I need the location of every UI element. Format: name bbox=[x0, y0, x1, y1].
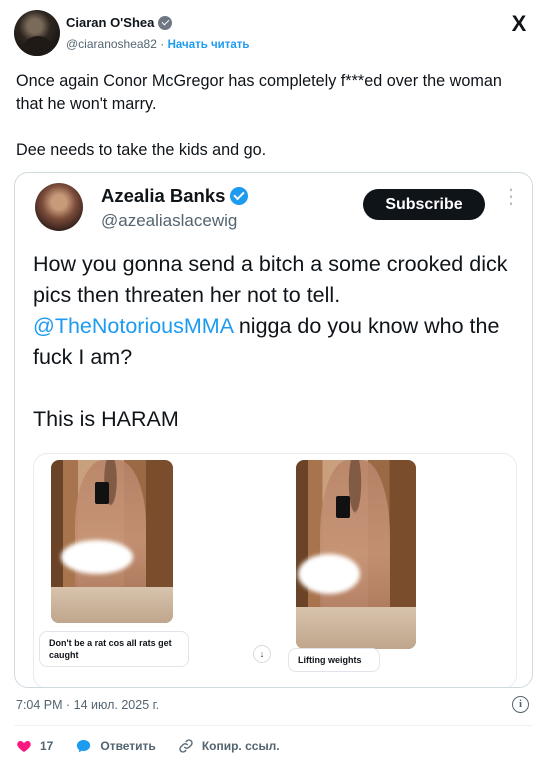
quoted-text-start: How you gonna send a bitch a some crooke… bbox=[33, 252, 508, 307]
quoted-author-avatar[interactable] bbox=[35, 183, 83, 231]
media-gallery: Don't be a rat cos all rats get caught ↓… bbox=[33, 453, 517, 687]
like-count: 17 bbox=[40, 739, 54, 753]
media-photo-2[interactable] bbox=[296, 460, 416, 649]
media-photo-1[interactable] bbox=[51, 460, 173, 623]
separator: · bbox=[160, 37, 165, 51]
photo-floor bbox=[296, 607, 416, 649]
author-name[interactable]: Ciaran O'Shea bbox=[66, 15, 154, 30]
verified-blue-icon bbox=[230, 187, 249, 205]
heart-icon bbox=[17, 741, 31, 752]
quoted-tweet-text: How you gonna send a bitch a some crooke… bbox=[33, 249, 523, 435]
more-icon[interactable]: ⋮ bbox=[501, 187, 521, 217]
copy-link-button[interactable]: Копир. ссыл. bbox=[178, 738, 280, 754]
tweet-timestamp[interactable]: 7:04 PM · 14 июл. 2025 г. bbox=[16, 698, 159, 712]
quoted-author-handle[interactable]: @azealiaslacewig bbox=[101, 211, 237, 231]
media-caption-1: Don't be a rat cos all rats get caught bbox=[39, 631, 189, 667]
tweet-text: Once again Conor McGregor has completely… bbox=[16, 72, 502, 159]
download-icon[interactable]: ↓ bbox=[253, 645, 271, 663]
action-bar: 17 Ответить Копир. ссыл. bbox=[16, 736, 302, 756]
author-name-row: Ciaran O'Shea bbox=[66, 15, 173, 30]
copy-link-label: Копир. ссыл. bbox=[201, 739, 280, 753]
photo-phone bbox=[336, 496, 350, 518]
quoted-name-row: Azealia Banks bbox=[101, 185, 249, 207]
media-caption-2: Lifting weights bbox=[288, 648, 380, 672]
reply-label: Ответить bbox=[100, 739, 156, 753]
censor-blur bbox=[61, 540, 133, 574]
quoted-author-name[interactable]: Azealia Banks bbox=[101, 185, 225, 207]
censor-blur bbox=[298, 554, 360, 594]
link-icon bbox=[179, 739, 193, 753]
reply-button[interactable]: Ответить bbox=[75, 738, 156, 754]
tweet-header: Ciaran O'Shea @ciaranoshea82 · Начать чи… bbox=[14, 10, 534, 58]
author-handle-row: @ciaranoshea82 · Начать читать bbox=[66, 37, 249, 51]
subscribe-button[interactable]: Subscribe bbox=[363, 189, 485, 220]
reply-icon bbox=[77, 740, 91, 753]
divider bbox=[14, 725, 533, 726]
quoted-tweet[interactable]: Azealia Banks @azealiaslacewig Subscribe… bbox=[14, 172, 533, 688]
author-avatar[interactable] bbox=[14, 10, 60, 56]
photo-phone bbox=[95, 482, 109, 504]
author-handle[interactable]: @ciaranoshea82 bbox=[66, 37, 157, 51]
mention-link[interactable]: @TheNotoriousMMA bbox=[33, 314, 233, 338]
follow-link[interactable]: Начать читать bbox=[168, 39, 250, 51]
verified-gray-icon bbox=[158, 15, 173, 30]
x-logo-icon[interactable]: X bbox=[508, 13, 530, 35]
photo-floor bbox=[51, 587, 173, 623]
like-button[interactable]: 17 bbox=[16, 738, 53, 754]
info-icon[interactable]: i bbox=[512, 696, 529, 713]
